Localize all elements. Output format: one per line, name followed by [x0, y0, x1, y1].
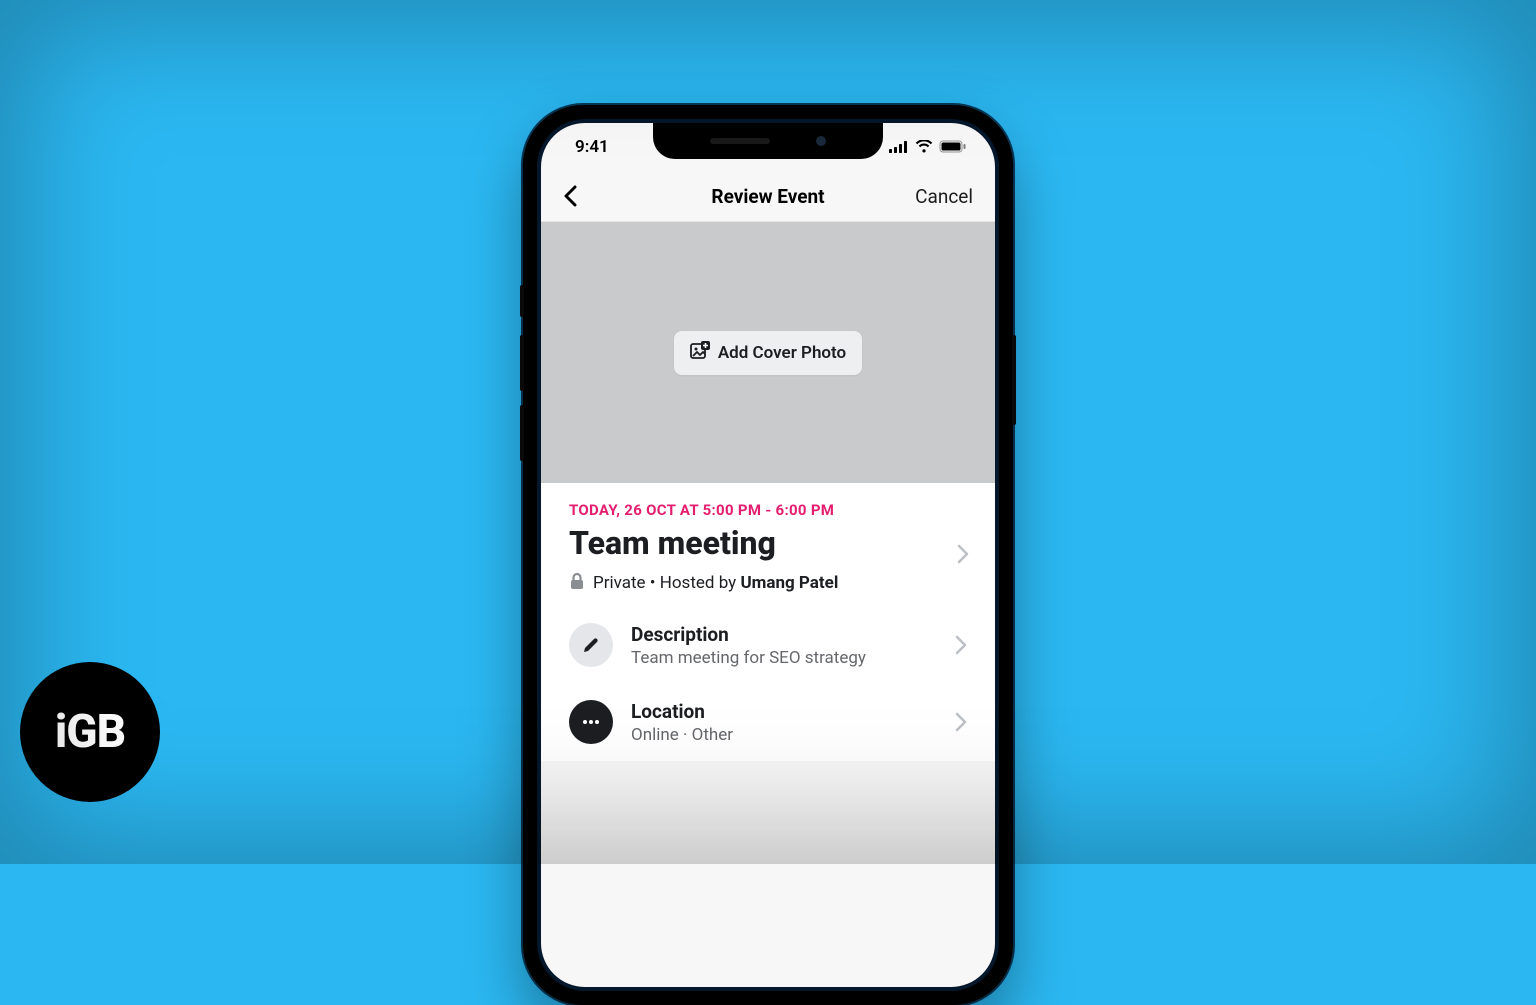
- add-cover-photo-label: Add Cover Photo: [718, 343, 846, 363]
- add-cover-photo-button[interactable]: Add Cover Photo: [674, 331, 862, 375]
- add-photo-icon: [690, 341, 710, 365]
- back-button[interactable]: [563, 185, 577, 207]
- event-header-row[interactable]: TODAY, 26 OCT AT 5:00 PM - 6:00 PM Team …: [541, 501, 995, 607]
- event-privacy-text: Private • Hosted by Umang Patel: [593, 573, 838, 593]
- front-camera: [816, 136, 826, 146]
- speaker-grille: [710, 138, 770, 144]
- description-title: Description: [631, 623, 937, 646]
- volume-down-button: [520, 405, 524, 461]
- chevron-right-icon: [957, 544, 969, 564]
- phone-frame: 9:41 Review Event: [523, 105, 1013, 1005]
- chevron-right-icon: [955, 712, 967, 732]
- nav-bar: Review Event Cancel: [541, 171, 995, 221]
- phone-notch: [653, 123, 883, 159]
- pencil-icon: [569, 623, 613, 667]
- more-icon: [569, 700, 613, 744]
- wifi-icon: [915, 138, 933, 157]
- location-subtitle: Online · Other: [631, 725, 937, 745]
- nav-title: Review Event: [711, 185, 824, 208]
- event-meta: Private • Hosted by Umang Patel: [569, 572, 967, 595]
- battery-icon: [939, 138, 967, 157]
- event-title: Team meeting: [569, 525, 967, 562]
- description-subtitle: Team meeting for SEO strategy: [631, 648, 937, 668]
- cover-photo-area: Add Cover Photo: [541, 221, 995, 483]
- event-content: TODAY, 26 OCT AT 5:00 PM - 6:00 PM Team …: [541, 483, 995, 761]
- location-row[interactable]: Location Online · Other: [541, 684, 995, 761]
- status-icons: [889, 138, 967, 157]
- igb-logo-text: iGB: [55, 705, 125, 759]
- power-button: [1012, 335, 1016, 425]
- cellular-icon: [889, 138, 909, 157]
- location-title: Location: [631, 700, 937, 723]
- cancel-button[interactable]: Cancel: [915, 185, 973, 208]
- phone-screen: 9:41 Review Event: [541, 123, 995, 987]
- status-time: 9:41: [575, 137, 609, 157]
- mute-switch: [520, 285, 524, 317]
- chevron-right-icon: [955, 635, 967, 655]
- igb-logo-badge: iGB: [20, 662, 160, 802]
- event-datetime: TODAY, 26 OCT AT 5:00 PM - 6:00 PM: [569, 501, 967, 519]
- lock-icon: [569, 572, 585, 595]
- volume-up-button: [520, 335, 524, 391]
- description-row[interactable]: Description Team meeting for SEO strateg…: [541, 607, 995, 684]
